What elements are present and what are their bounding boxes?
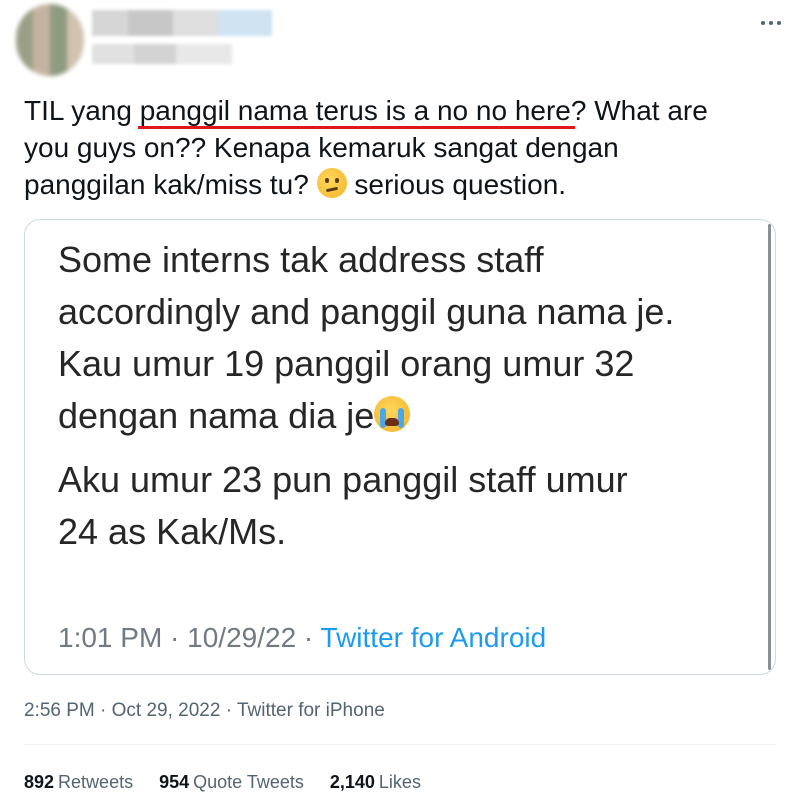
divider	[24, 744, 776, 745]
quoted-tweet-card[interactable]: Some interns tak address staff according…	[24, 219, 776, 675]
username-blurred[interactable]	[92, 44, 232, 64]
ellipsis-horizontal-icon	[761, 21, 765, 25]
underlined-phrase: panggil nama terus is a no no here	[137, 92, 576, 129]
avatar[interactable]	[16, 4, 84, 76]
tweet-text: TIL yang panggil nama terus is a no no h…	[24, 92, 784, 203]
tweet-header	[0, 0, 800, 80]
tweet-stats: 892 Retweets 954 Quote Tweets 2,140 Likes	[24, 772, 421, 793]
quoted-tweet-meta: 1:01 PM · 10/29/22 · Twitter for Android	[58, 622, 546, 654]
quote-tweets-stat[interactable]: 954 Quote Tweets	[159, 772, 304, 793]
retweets-stat[interactable]: 892 Retweets	[24, 772, 133, 793]
loudly-crying-face-emoji-icon	[374, 396, 411, 432]
quoted-tweet-source-link[interactable]: Twitter for Android	[321, 622, 547, 653]
tweet-timestamp[interactable]: 2:56 PM · Oct 29, 2022 · Twitter for iPh…	[24, 700, 385, 722]
thinking-face-emoji-icon	[316, 168, 347, 198]
display-name-blurred[interactable]	[92, 10, 272, 36]
quoted-tweet-time[interactable]: 1:01 PM · 10/29/22 ·	[58, 622, 321, 653]
likes-stat[interactable]: 2,140 Likes	[330, 772, 421, 793]
quoted-tweet-text: Some interns tak address staff according…	[58, 239, 675, 552]
scrollbar[interactable]	[768, 224, 771, 670]
more-options-button[interactable]	[754, 8, 788, 38]
